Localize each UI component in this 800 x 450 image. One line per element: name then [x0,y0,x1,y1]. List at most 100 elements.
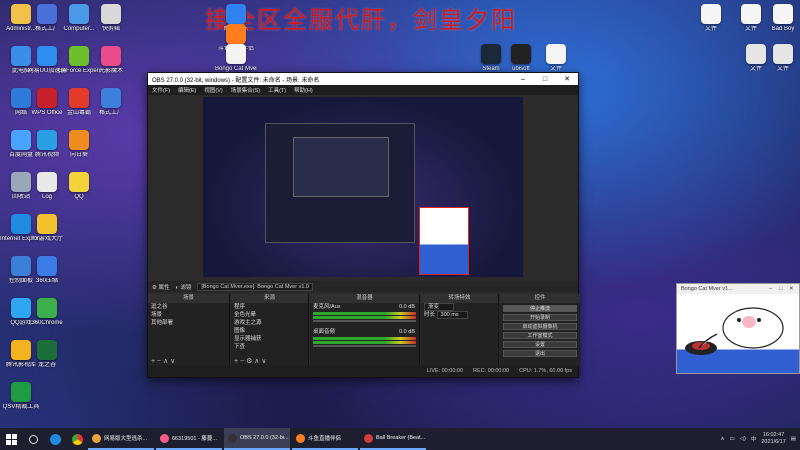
obs-preview-canvas[interactable] [203,97,523,277]
start-recording-button[interactable]: 开始录制 [503,314,577,321]
app-icon [69,172,89,192]
nested-preview-inner [293,137,389,197]
desktop-icon[interactable]: 龙之谷 [26,340,68,369]
volume-slider[interactable] [313,345,416,347]
app-icon [481,44,501,64]
bongo-cat-window[interactable]: Bongo Cat Mver v1... – □ ✕ [676,283,800,374]
app-icon [546,44,566,64]
app-icon [101,4,121,24]
desktop-icon[interactable]: 文件 [690,4,732,33]
source-item[interactable]: 显示器捕获 [231,335,308,343]
search-icon[interactable] [22,428,44,450]
transition-type[interactable]: 渐变 [421,303,498,311]
source-toolbar: ⚙ 属性 ◐ 滤镜 [Bongo Cat Mver.exe]: Bongo Ca… [148,281,578,292]
scene-item[interactable]: 场景 [148,311,229,319]
app-icon [741,4,761,24]
app-icon [226,24,246,44]
chrome-icon[interactable] [66,428,88,450]
maximize-icon[interactable]: □ [779,286,789,292]
app-icon [37,298,57,318]
menu-file[interactable]: 文件(F) [152,86,170,94]
desktop-icon[interactable]: 文件 [535,44,577,73]
notification-icon[interactable]: ▤ [791,436,796,442]
menu-help[interactable]: 帮助(H) [294,86,313,94]
transition-duration[interactable]: 时长 300 ms [421,311,498,319]
menu-scene-collection[interactable]: 场景集合(S) [231,86,260,94]
source-item[interactable]: 图像 [231,327,308,335]
source-item[interactable]: 程序 [231,303,308,311]
app-icon [773,4,793,24]
close-icon[interactable]: ✕ [556,75,578,83]
obs-window[interactable]: OBS 27.0.0 (32-bit, windows) - 配置文件: 未命名… [147,72,580,378]
bongo-cat-titlebar[interactable]: Bongo Cat Mver v1... – □ ✕ [677,284,799,294]
menu-view[interactable]: 视图(V) [204,86,222,94]
source-item[interactable]: 下查 [231,343,308,351]
mixer-title: 混音器 [310,294,419,303]
scene-item[interactable]: 逗之谷 [148,303,229,311]
virtual-camera-button[interactable]: 启动虚拟摄像机 [503,323,577,330]
app-icon [69,46,89,66]
desktop-icon[interactable]: Bongo Cat Mver [215,44,257,73]
obs-titlebar[interactable]: OBS 27.0.0 (32-bit, windows) - 配置文件: 未命名… [148,73,578,85]
desktop-icon[interactable]: 360压缩 [26,256,68,285]
settings-button[interactable]: 设置 [503,341,577,348]
desktop-icon-label: QSV精裁工具 [2,404,40,410]
desktop-icon[interactable]: YY游戏大厅 [26,214,68,243]
sources-title: 来源 [231,294,308,303]
properties-button[interactable]: ⚙ 属性 [152,283,169,291]
volume-icon[interactable]: ◁) [740,436,746,442]
minimize-icon[interactable]: – [769,286,779,292]
filters-button[interactable]: ◐ 滤镜 [175,283,191,291]
task-label: OBS 27.0.0 (32-bi... [240,435,289,441]
window-select[interactable]: [Bongo Cat Mver.exe]: Bongo Cat Mver v1.… [197,282,313,291]
desktop-icon-label: YY游戏大厅 [30,236,63,242]
live-status: LIVE: 00:00:00 [426,368,464,374]
clock[interactable]: 16:02:47 2021/6/17 [761,432,785,446]
app-icon [101,88,121,108]
desktop-icon-label: 格式工厂 [98,110,123,116]
maximize-icon[interactable]: □ [534,76,556,83]
taskbar-task[interactable]: Ball Breaker (Beat... [360,428,426,450]
desktop-icon[interactable]: 360Chrome [26,298,68,327]
studio-mode-button[interactable]: 工作室模式 [503,332,577,339]
taskbar-task[interactable]: 斗鱼直播伴侣 [292,428,358,450]
desktop-icon[interactable]: Bad Boy [762,4,800,33]
desktop-icon[interactable]: QSV精裁工具 [0,382,42,411]
app-icon [37,88,57,108]
desktop-icon[interactable]: 快剪辑 [90,4,132,33]
taskbar-task[interactable]: OBS 27.0.0 (32-bi... [224,428,290,450]
app-icon [69,88,89,108]
network-icon[interactable]: ▭ [730,436,735,442]
volume-meter [313,312,416,315]
exit-button[interactable]: 退出 [503,350,577,357]
mixer-track-name: 桌面音频 0.0 dB [313,329,415,335]
desktop-icon[interactable]: 向日葵 [58,130,100,159]
windows-icon [5,433,17,445]
source-item[interactable]: 全色光晕 [231,311,308,319]
desktop-icon[interactable]: 文件 [762,44,800,73]
app-icon [69,4,89,24]
app-icon [37,4,57,24]
desktop-icon[interactable]: 格式工厂 [90,88,132,117]
task-app-icon [296,433,305,443]
edge-icon[interactable] [44,428,66,450]
desktop-icon[interactable]: QQ [58,172,100,201]
menu-tools[interactable]: 工具(T) [268,86,286,94]
taskbar-task[interactable]: 网易版大型逃杀... [88,428,154,450]
desktop-icon-label: 文件 [776,66,789,72]
source-item[interactable]: 游戏主之源 [231,319,308,327]
close-icon[interactable]: ✕ [789,286,799,292]
minimize-icon[interactable]: – [512,76,534,83]
sources-dock: 来源 程序 全色光晕 游戏主之源 图像 显示器捕获 下查 + − ⚙ ∧ ∨ [231,294,309,366]
stop-streaming-button[interactable]: 停止推流 [503,305,577,312]
menu-edit[interactable]: 编辑(E) [178,86,196,94]
volume-meter [313,341,416,344]
desktop-icon-label: 光影魔术 [98,68,123,74]
scene-item[interactable]: 其他部署 [148,319,229,327]
taskbar-task[interactable]: 66319501 - 藤蔓... [156,428,222,450]
tray-arrow-icon[interactable]: ∧ [721,436,725,442]
start-button[interactable] [0,428,22,450]
desktop-icon[interactable]: 光影魔术 [90,46,132,75]
volume-slider[interactable] [313,320,416,322]
ime-icon[interactable]: 中 [751,435,757,443]
